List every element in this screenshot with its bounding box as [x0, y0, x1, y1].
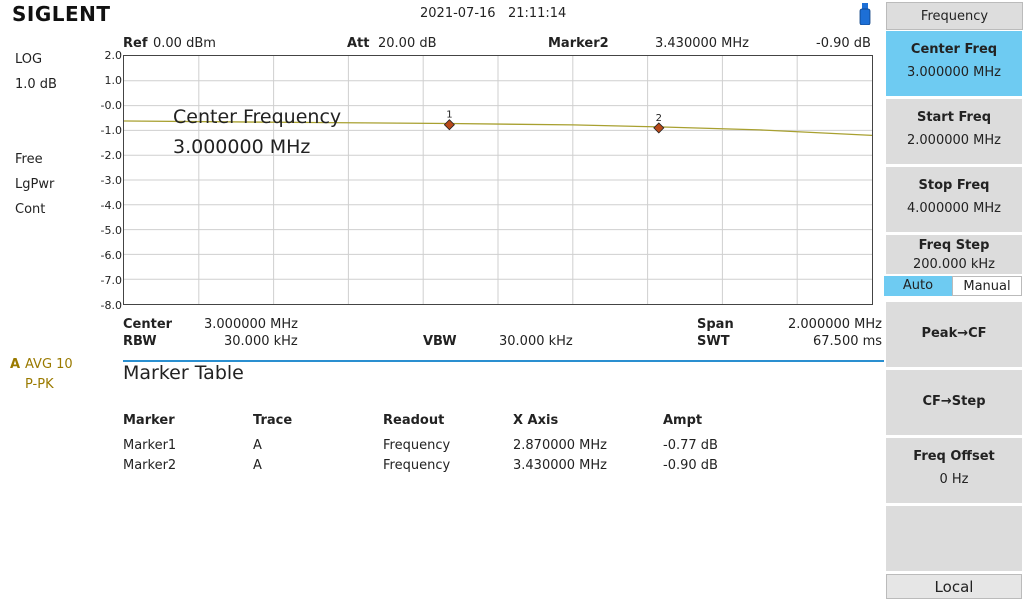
y-tick-label: -7.0	[100, 274, 122, 287]
trace-letter: A	[10, 357, 21, 372]
freq-offset-key[interactable]: Freq Offset 0 Hz	[886, 438, 1022, 505]
sweep-mode: Cont	[15, 202, 46, 217]
ref-value: 0.00 dBm	[153, 36, 216, 51]
y-tick-label: -4.0	[100, 199, 122, 212]
swt-value: 67.500 ms	[813, 334, 883, 349]
y-tick-label: -0.0	[100, 99, 122, 112]
table-row-1-xaxis: 2.870000 MHz	[513, 438, 607, 453]
active-marker-label: Marker2	[548, 36, 609, 51]
stop-freq-key[interactable]: Stop Freq 4.000000 MHz	[886, 167, 1022, 234]
marker-table-col-trace: Trace	[253, 413, 293, 428]
att-label: Att	[347, 36, 370, 51]
table-row-2-xaxis: 3.430000 MHz	[513, 458, 607, 473]
scale-per-div: 1.0 dB	[15, 77, 57, 92]
cf-to-step-key-label: CF→Step	[922, 394, 986, 409]
start-freq-key-value: 2.000000 MHz	[907, 133, 1001, 148]
vbw-label: VBW	[423, 334, 457, 349]
center-freq-key-value: 3.000000 MHz	[907, 65, 1001, 80]
blank-key[interactable]	[886, 506, 1022, 573]
center-freq-key[interactable]: Center Freq 3.000000 MHz	[886, 31, 1022, 98]
y-tick-label: 1.0	[104, 74, 123, 87]
detector-mode: LgPwr	[15, 177, 55, 192]
table-row-1-marker: Marker1	[123, 438, 177, 453]
marker-table-col-ampt: Ampt	[663, 413, 703, 428]
trace-mode: AVG 10	[25, 357, 73, 372]
table-row-2-trace: A	[253, 458, 262, 473]
freq-step-manual-option[interactable]: Manual	[952, 276, 1022, 296]
y-tick-label: -3.0	[100, 174, 122, 187]
span-label: Span	[697, 317, 734, 332]
start-freq-key[interactable]: Start Freq 2.000000 MHz	[886, 99, 1022, 166]
marker-1[interactable]: 1	[443, 110, 455, 131]
usb-icon	[859, 3, 871, 25]
swt-label: SWT	[697, 334, 730, 349]
center-value: 3.000000 MHz	[204, 317, 298, 332]
center-freq-overlay-value: 3.000000 MHz	[173, 136, 311, 158]
y-tick-label: 2.0	[104, 49, 123, 62]
start-freq-key-label: Start Freq	[916, 110, 992, 125]
center-freq-overlay-label: Center Frequency	[173, 106, 342, 128]
peak-to-cf-key-label: Peak→CF	[921, 326, 987, 341]
ref-label: Ref	[123, 36, 148, 51]
scale-type: LOG	[15, 52, 43, 67]
table-row-2-marker: Marker2	[123, 458, 177, 473]
trigger-mode: Free	[15, 152, 43, 167]
table-row-1-trace: A	[253, 438, 262, 453]
y-tick-label: -1.0	[100, 124, 122, 137]
freq-step-key[interactable]: Freq Step 200.000 kHz	[886, 235, 1022, 276]
marker-number-label: 1	[446, 110, 452, 121]
freq-step-toggle: Auto Manual	[884, 276, 1022, 296]
table-row-2-readout: Frequency	[383, 458, 451, 473]
stop-freq-key-label: Stop Freq	[918, 178, 990, 193]
table-row-1-readout: Frequency	[383, 438, 451, 453]
marker-number-label: 2	[656, 113, 662, 124]
table-row-2-ampt: -0.90 dB	[663, 458, 718, 473]
marker-2[interactable]: 2	[653, 113, 665, 134]
spectrum-plot-svg: 12	[124, 56, 872, 304]
marker-diamond	[443, 119, 455, 131]
marker-table-col-readout: Readout	[383, 413, 445, 428]
freq-step-key-value: 200.000 kHz	[912, 257, 996, 272]
active-marker-freq: 3.430000 MHz	[655, 36, 749, 51]
siglent-logo: SIGLENT	[12, 2, 111, 26]
active-marker-ampl: -0.90 dB	[816, 36, 871, 51]
stop-freq-key-value: 4.000000 MHz	[907, 201, 1001, 216]
freq-step-auto-option[interactable]: Auto	[884, 276, 952, 296]
rbw-label: RBW	[123, 334, 157, 349]
center-freq-key-label: Center Freq	[910, 42, 998, 57]
freq-offset-key-label: Freq Offset	[913, 449, 995, 464]
marker-diamond	[653, 122, 665, 134]
y-tick-label: -5.0	[100, 224, 122, 237]
menu-title: Frequency	[886, 2, 1023, 30]
marker-table-col-marker: Marker	[123, 413, 175, 428]
span-value: 2.000000 MHz	[788, 317, 882, 332]
marker-table-title: Marker Table	[123, 362, 244, 384]
spectrum-plot[interactable]: 12 Center Frequency 3.000000 MHz	[123, 55, 873, 305]
table-row-1-ampt: -0.77 dB	[663, 438, 718, 453]
vbw-value: 30.000 kHz	[499, 334, 573, 349]
cf-to-step-key[interactable]: CF→Step	[886, 370, 1022, 437]
freq-step-key-label: Freq Step	[918, 238, 990, 253]
date-time: 2021-07-16 21:11:14	[420, 6, 567, 21]
freq-offset-key-value: 0 Hz	[939, 472, 969, 487]
trace-detector: P-PK	[25, 377, 54, 392]
rbw-value: 30.000 kHz	[224, 334, 298, 349]
center-label: Center	[123, 317, 173, 332]
y-tick-label: -6.0	[100, 249, 122, 262]
att-value: 20.00 dB	[378, 36, 437, 51]
y-tick-label: -8.0	[100, 299, 122, 312]
peak-to-cf-key[interactable]: Peak→CF	[886, 302, 1022, 369]
marker-table-col-xaxis: X Axis	[513, 413, 559, 428]
local-button[interactable]: Local	[886, 574, 1022, 599]
y-tick-label: -2.0	[100, 149, 122, 162]
